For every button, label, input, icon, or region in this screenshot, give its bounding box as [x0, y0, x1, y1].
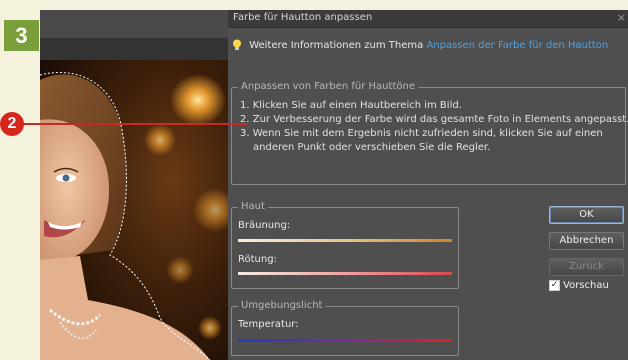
close-icon[interactable]: ×: [617, 11, 626, 24]
umgebungslicht-group: Umgebungslicht Temperatur:: [231, 300, 459, 356]
callout-number-badge: 2: [0, 112, 24, 136]
instructions-group: Anpassen von Farben für Hauttöne 1. Klic…: [231, 81, 628, 185]
instruction-line: anderen Punkt oder verschieben Sie die R…: [253, 142, 491, 153]
haut-group: Haut Bräunung: Rötung:: [231, 201, 459, 289]
haut-legend: Haut: [238, 201, 268, 213]
info-prefix: Weitere Informationen zum Thema: [249, 40, 424, 51]
dialog-titlebar[interactable]: Farbe für Hautton anpassen ×: [228, 10, 628, 28]
cancel-button[interactable]: Abbrechen: [549, 232, 624, 250]
help-link[interactable]: Anpassen der Farbe für den Hautton: [426, 40, 608, 51]
preview-checkbox[interactable]: ✓: [549, 280, 560, 291]
reset-button[interactable]: Zurück: [549, 258, 624, 276]
braeunung-label: Bräunung:: [238, 220, 291, 231]
instruction-line: 3. Wenn Sie mit dem Ergebnis nicht zufri…: [240, 128, 603, 139]
preview-label: Vorschau: [563, 280, 609, 291]
temperatur-label: Temperatur:: [238, 319, 299, 330]
instruction-line: 2. Zur Verbesserung der Farbe wird das g…: [240, 114, 628, 125]
roetung-slider[interactable]: [238, 272, 452, 275]
elements-toolbar: [40, 10, 228, 39]
instruction-line: 1. Klicken Sie auf einen Hautbereich im …: [240, 100, 462, 111]
preview-checkbox-row[interactable]: ✓ Vorschau: [549, 280, 609, 291]
elements-options-bar: [40, 38, 228, 60]
braeunung-slider[interactable]: [238, 239, 452, 242]
info-row: Weitere Informationen zum Thema Anpassen…: [232, 39, 608, 51]
ok-button[interactable]: OK: [549, 206, 624, 224]
dialog-title: Farbe für Hautton anpassen: [233, 12, 373, 23]
umgebungslicht-legend: Umgebungslicht: [238, 300, 326, 312]
callout-leader-line: [22, 123, 248, 125]
temperatur-slider[interactable]: [238, 339, 452, 342]
skin-tone-dialog: Farbe für Hautton anpassen × Weitere Inf…: [228, 10, 628, 360]
roetung-label: Rötung:: [238, 254, 277, 265]
photo-canvas[interactable]: [40, 60, 228, 360]
step-number-badge: 3: [4, 20, 39, 51]
lightbulb-icon: [233, 39, 241, 50]
bride-photo-image: [40, 60, 228, 360]
instructions-legend: Anpassen von Farben für Hauttöne: [238, 81, 418, 93]
